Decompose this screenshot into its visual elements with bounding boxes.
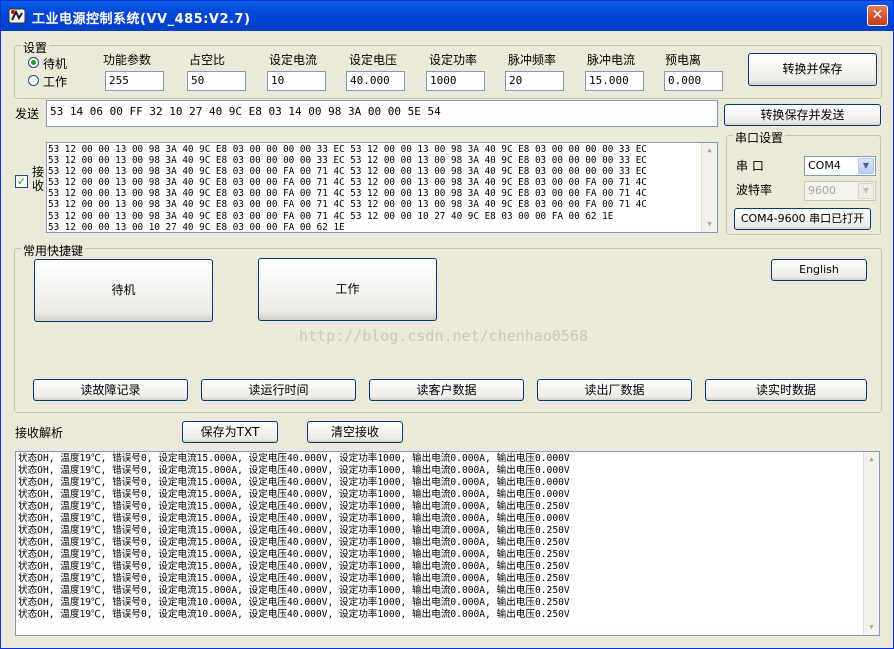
field-label-pulse-freq: 脉冲频率 <box>508 53 557 67</box>
scroll-up-icon[interactable]: ▲ <box>865 453 878 466</box>
convert-save-button[interactable]: 转换并保存 <box>748 53 877 86</box>
field-label-pre-ionization: 预电离 <box>665 53 702 67</box>
parse-line: 状态OH, 温度19℃, 错误号0, 设定电流15.000A, 设定电压40.0… <box>18 465 570 476</box>
send-hex-input[interactable]: 53 14 06 00 FF 32 10 27 40 9C E8 03 14 0… <box>46 100 718 127</box>
parse-line: 状态OH, 温度19℃, 错误号0, 设定电流15.000A, 设定电压40.0… <box>18 573 570 584</box>
field-label-power: 设定功率 <box>429 53 478 67</box>
parse-line: 状态OH, 温度19℃, 错误号0, 设定电流15.000A, 设定电压40.0… <box>18 501 570 512</box>
parse-line: 状态OH, 温度19℃, 错误号0, 设定电流15.000A, 设定电压40.0… <box>18 489 570 500</box>
receive-line: 53 12 00 00 13 00 98 3A 40 9C E8 03 00 0… <box>48 166 647 178</box>
standby-button[interactable]: 待机 <box>34 259 213 322</box>
receive-line: 53 12 00 00 13 00 98 3A 40 9C E8 03 00 0… <box>48 144 647 155</box>
field-label-pulse-current: 脉冲电流 <box>587 53 636 67</box>
parse-line: 状态OH, 温度19℃, 错误号0, 设定电流15.000A, 设定电压40.0… <box>18 513 570 524</box>
mode-work-radio[interactable] <box>28 75 39 86</box>
close-button[interactable]: ✕ <box>867 5 888 26</box>
work-button[interactable]: 工作 <box>258 258 437 321</box>
receive-scrollbar[interactable]: ▲ ▼ <box>701 143 717 232</box>
close-icon: ✕ <box>871 7 884 23</box>
serial-status-button[interactable]: COM4-9600 串口已打开 <box>734 208 871 230</box>
parse-textarea[interactable]: 状态OH, 温度19℃, 错误号0, 设定电流15.000A, 设定电压40.0… <box>15 451 880 636</box>
set-current-input[interactable]: 10 <box>267 71 326 91</box>
receive-line: 53 12 00 00 13 00 10 27 40 9C E8 03 00 0… <box>48 221 345 233</box>
parse-line: 状态OH, 温度19℃, 错误号0, 设定电流10.000A, 设定电压40.0… <box>18 597 570 608</box>
pre-ionization-input[interactable]: 0.000 <box>664 71 723 91</box>
receive-line: 53 12 00 00 13 00 98 3A 40 9C E8 03 00 0… <box>48 210 614 222</box>
port-select[interactable]: COM4 ▼ <box>804 156 876 176</box>
send-label: 发送 <box>15 107 40 121</box>
mode-standby-label[interactable]: 待机 <box>43 55 67 72</box>
window-title: 工业电源控制系统(VV_485:V2.7) <box>32 12 251 27</box>
scroll-down-icon[interactable]: ▼ <box>865 621 878 634</box>
baud-value: 9600 <box>808 184 836 197</box>
baud-select[interactable]: 9600 ▼ <box>804 181 876 201</box>
title-bar[interactable]: 工业电源控制系统(VV_485:V2.7) ✕ <box>1 1 893 31</box>
clear-receive-button[interactable]: 清空接收 <box>307 421 403 443</box>
shortcuts-group-label: 常用快捷键 <box>21 242 86 259</box>
receive-line: 53 12 00 00 13 00 98 3A 40 9C E8 03 00 0… <box>48 199 647 211</box>
baud-label: 波特率 <box>736 183 773 197</box>
receive-checkbox[interactable]: ✓ <box>15 175 28 188</box>
scroll-down-icon[interactable]: ▼ <box>703 218 716 231</box>
field-label-current: 设定电流 <box>269 53 318 67</box>
mode-standby-radio[interactable] <box>28 57 39 68</box>
port-label: 串 口 <box>736 159 764 173</box>
receive-label: 接收 <box>32 165 45 193</box>
chevron-down-icon[interactable]: ▼ <box>858 158 874 174</box>
read-factory-data-button[interactable]: 读出厂数据 <box>537 379 692 401</box>
receive-line: 53 12 00 00 13 00 98 3A 40 9C E8 03 00 0… <box>48 155 647 167</box>
read-customer-data-button[interactable]: 读客户数据 <box>369 379 524 401</box>
parse-scrollbar[interactable]: ▲ ▼ <box>863 452 879 635</box>
receive-line: 53 12 00 00 13 00 98 3A 40 9C E8 03 00 0… <box>48 177 647 189</box>
parse-line: 状态OH, 温度19℃, 错误号0, 设定电流15.000A, 设定电压40.0… <box>18 585 570 596</box>
field-label-function: 功能参数 <box>103 53 152 67</box>
watermark-text: http://blog.csdn.net/chenhao0568 <box>299 327 588 345</box>
app-icon <box>8 8 26 24</box>
field-label-duty: 占空比 <box>189 53 226 67</box>
port-value: COM4 <box>808 159 841 172</box>
scroll-up-icon[interactable]: ▲ <box>703 144 716 157</box>
convert-save-send-button[interactable]: 转换保存并发送 <box>724 104 881 126</box>
set-voltage-input[interactable]: 40.000 <box>346 71 405 91</box>
receive-hex-textarea[interactable]: 53 12 00 00 13 00 98 3A 40 9C E8 03 00 0… <box>46 142 718 233</box>
set-power-input[interactable]: 1000 <box>426 71 485 91</box>
settings-group-label: 设置 <box>21 39 50 56</box>
read-runtime-button[interactable]: 读运行时间 <box>201 379 356 401</box>
read-realtime-data-button[interactable]: 读实时数据 <box>705 379 867 401</box>
chevron-down-icon[interactable]: ▼ <box>858 183 874 199</box>
parse-line: 状态OH, 温度19℃, 错误号0, 设定电流10.000A, 设定电压40.0… <box>18 609 570 620</box>
pulse-current-input[interactable]: 15.000 <box>585 71 644 91</box>
receive-line: 53 12 00 00 13 00 98 3A 40 9C E8 03 00 0… <box>48 188 647 200</box>
field-label-voltage: 设定电压 <box>349 53 398 67</box>
function-param-input[interactable]: 255 <box>105 71 164 91</box>
parse-line: 状态OH, 温度19℃, 错误号0, 设定电流15.000A, 设定电压40.0… <box>18 537 570 548</box>
parse-line: 状态OH, 温度19℃, 错误号0, 设定电流15.000A, 设定电压40.0… <box>18 561 570 572</box>
mode-work-label[interactable]: 工作 <box>43 73 67 90</box>
english-button[interactable]: English <box>771 259 867 281</box>
pulse-freq-input[interactable]: 20 <box>505 71 564 91</box>
parse-line: 状态OH, 温度19℃, 错误号0, 设定电流15.000A, 设定电压40.0… <box>18 549 570 560</box>
parse-line: 状态OH, 温度19℃, 错误号0, 设定电流15.000A, 设定电压40.0… <box>18 525 570 536</box>
parse-label: 接收解析 <box>15 426 64 440</box>
parse-line: 状态OH, 温度19℃, 错误号0, 设定电流15.000A, 设定电压40.0… <box>18 477 570 488</box>
duty-cycle-input[interactable]: 50 <box>187 71 246 91</box>
save-txt-button[interactable]: 保存为TXT <box>182 421 278 443</box>
serial-group-label: 串口设置 <box>733 129 786 146</box>
parse-line: 状态OH, 温度19℃, 错误号0, 设定电流15.000A, 设定电压40.0… <box>18 453 570 464</box>
app-window: 工业电源控制系统(VV_485:V2.7) ✕ 设置 待机 工作 功能参数 25… <box>0 0 894 649</box>
read-fault-log-button[interactable]: 读故障记录 <box>33 379 188 401</box>
